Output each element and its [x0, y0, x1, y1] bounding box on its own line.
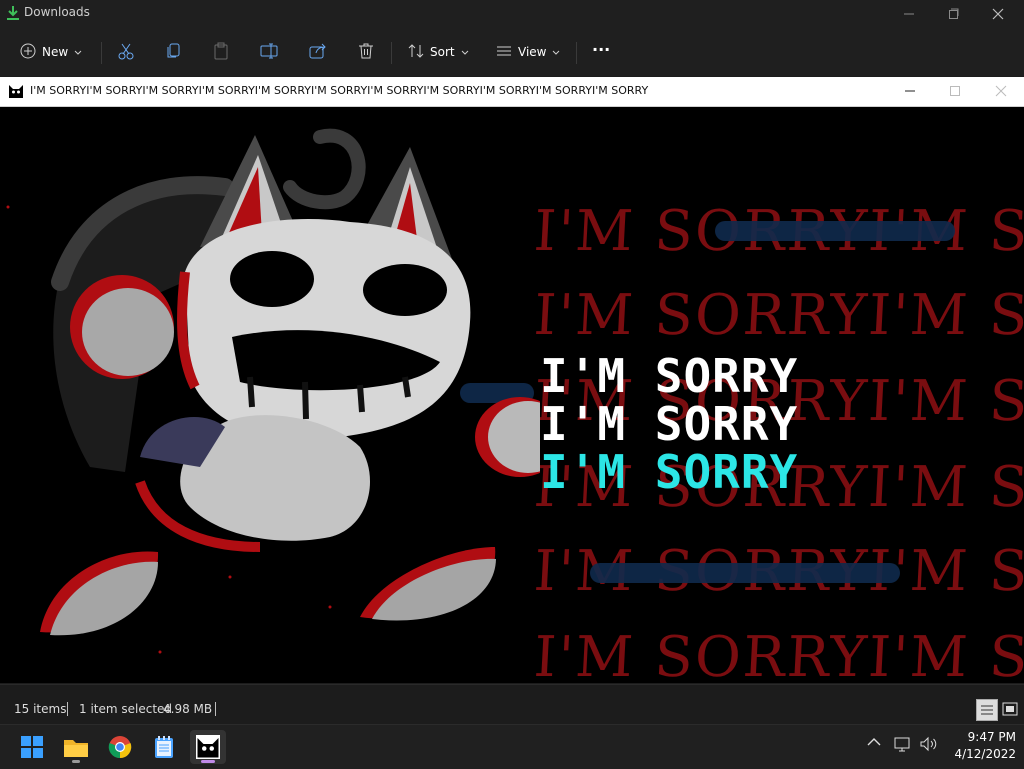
sort-icon	[408, 43, 424, 62]
sort-label: Sort	[430, 45, 455, 59]
app-title-bar: I'M SORRYI'M SORRYI'M SORRYI'M SORRYI'M …	[0, 77, 1024, 107]
volume-icon[interactable]	[919, 736, 939, 752]
selection-size: 4.98 MB	[163, 702, 213, 716]
tiles-view-icon	[1002, 702, 1018, 716]
app-close-button[interactable]	[981, 82, 1021, 100]
share-icon	[309, 42, 327, 63]
status-bar: 15 items 1 item selected 4.98 MB	[0, 684, 1024, 725]
details-view-button[interactable]	[976, 699, 998, 721]
chrome-icon	[108, 736, 132, 759]
close-button[interactable]	[978, 4, 1018, 24]
clipboard-icon	[212, 42, 230, 63]
new-button[interactable]: New	[20, 38, 82, 66]
app-window-title: I'M SORRYI'M SORRYI'M SORRYI'M SORRYI'M …	[30, 84, 649, 97]
chevron-up-icon	[867, 738, 881, 746]
system-clock[interactable]: 9:47 PM 4/12/2022	[946, 729, 1016, 763]
taskbar: 9:47 PM 4/12/2022	[0, 724, 1024, 769]
copy-button[interactable]	[165, 38, 183, 66]
chrome-taskbar-button[interactable]	[102, 730, 138, 764]
list-view-icon	[496, 44, 512, 61]
notepad-taskbar-button[interactable]	[146, 730, 182, 764]
cut-button[interactable]	[117, 38, 135, 66]
app-minimize-button[interactable]	[890, 82, 930, 100]
chevron-down-icon	[552, 45, 560, 59]
notepad-icon	[155, 736, 173, 758]
minimize-button[interactable]	[889, 4, 929, 24]
show-hidden-icons-button[interactable]	[867, 737, 881, 747]
bg-sorry-line: I'M SORRYI'M SORRY	[532, 625, 1024, 683]
app-window: I'M SORRYI'M SORRYI'M SORRYI'M SORRYI'M …	[0, 77, 1024, 683]
view-label: View	[518, 45, 547, 59]
new-label: New	[42, 45, 69, 59]
chevron-down-icon	[74, 45, 82, 59]
trash-icon	[357, 42, 375, 63]
selection-count: 1 item selected	[79, 702, 173, 716]
delete-button[interactable]	[357, 38, 375, 66]
copy-icon	[165, 42, 183, 63]
more-options-button[interactable]: ···	[592, 35, 610, 63]
chevron-down-icon	[461, 45, 469, 59]
cat-creature-illustration	[6, 128, 540, 654]
toolbar-divider	[101, 42, 102, 64]
game-canvas[interactable]: I'M SORRY I'M SORRY I'M SORRY I'M SORRY I'…	[0, 107, 1024, 683]
cat-face-icon	[8, 83, 24, 103]
details-view-icon	[981, 705, 993, 715]
rename-icon	[260, 42, 278, 63]
sorry-text-white: I'M SORRY	[540, 349, 799, 403]
file-explorer-taskbar-button[interactable]	[58, 730, 94, 764]
bg-sorry-line: I'M SORRYI'M SORRY	[532, 283, 1024, 348]
explorer-title: Downloads	[24, 5, 90, 19]
app-maximize-button[interactable]	[935, 82, 975, 100]
sorry-text-white: I'M SORRY	[540, 397, 799, 451]
windows-logo-icon	[21, 736, 43, 758]
command-bar: New Sort View ···	[0, 28, 1024, 76]
glitch-bar	[715, 221, 955, 241]
download-icon	[6, 5, 20, 25]
plus-circle-icon	[20, 43, 36, 62]
paste-button[interactable]	[212, 38, 230, 66]
rename-button[interactable]	[260, 38, 278, 66]
maximize-button[interactable]	[933, 4, 973, 24]
clock-time: 9:47 PM	[967, 730, 1016, 744]
clock-date: 4/12/2022	[954, 747, 1016, 761]
status-divider	[215, 702, 216, 716]
running-indicator	[201, 760, 215, 763]
tiles-view-button[interactable]	[1000, 699, 1020, 719]
cat-face-icon	[196, 735, 220, 759]
start-button[interactable]	[14, 730, 50, 764]
toolbar-divider	[576, 42, 577, 64]
game-taskbar-button[interactable]	[190, 730, 226, 764]
share-button[interactable]	[309, 38, 327, 66]
status-divider	[67, 702, 68, 716]
view-button[interactable]: View	[496, 38, 560, 66]
scissors-icon	[117, 42, 135, 63]
network-icon[interactable]	[894, 736, 912, 752]
glitch-bar	[590, 563, 900, 583]
explorer-title-bar: Downloads	[0, 0, 1024, 28]
sorry-text-cyan: I'M SORRY	[540, 445, 799, 499]
folder-icon	[64, 740, 88, 757]
toolbar-divider	[391, 42, 392, 64]
sort-button[interactable]: Sort	[408, 38, 469, 66]
running-indicator	[72, 760, 80, 763]
item-count: 15 items	[14, 702, 67, 716]
